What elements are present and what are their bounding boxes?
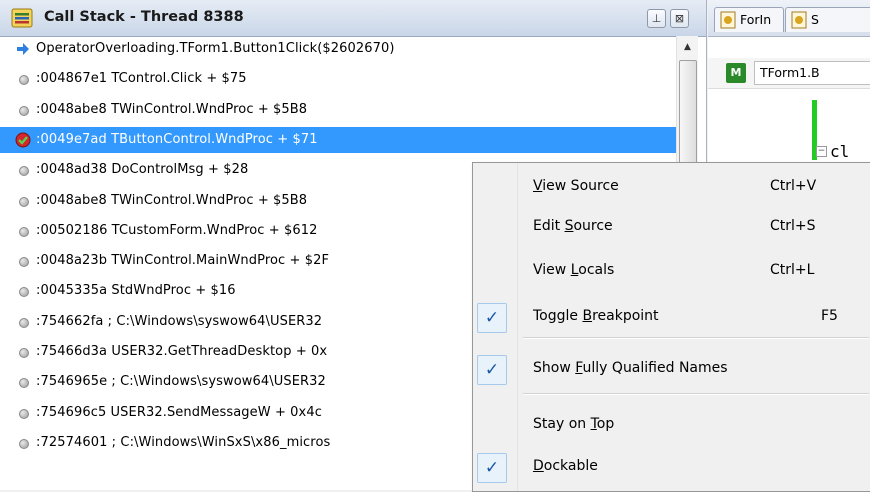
menu-item-shortcut: F5 <box>821 308 838 324</box>
call-stack-icon <box>11 8 33 28</box>
frame-dot-icon <box>16 436 30 450</box>
stack-frame-text: :75466d3a USER32.GetThreadDesktop + 0x <box>36 344 328 359</box>
stack-frame-text: :0048a23b TWinControl.MainWndProc + $2F <box>36 253 330 269</box>
breakpoint-icon <box>15 132 31 148</box>
menu-item-shortcut: Ctrl+S <box>770 218 816 234</box>
stack-frame-text: :0045335a StdWndProc + $16 <box>36 283 236 299</box>
menu-item-label: Edit Source <box>533 218 613 234</box>
fold-toggle-icon[interactable]: − <box>816 146 827 157</box>
stack-frame-text: :7546965e ; C:\Windows\syswow64\USER32 <box>36 374 326 390</box>
menu-item-shortcut: Ctrl+V <box>770 178 817 194</box>
current-frame-arrow-icon <box>16 42 30 56</box>
stack-frame-text: :00502186 TCustomForm.WndProc + $612 <box>36 222 318 238</box>
stack-frame-text: :72574601 ; C:\Windows\WinSxS\x86_micros <box>36 434 331 450</box>
menu-item-label: View Locals <box>533 262 615 278</box>
frame-dot-icon <box>16 375 30 389</box>
menu-item-label: View Source <box>533 178 619 194</box>
menu-item-label: Toggle Breakpoint <box>533 308 659 324</box>
frame-dot-icon <box>16 406 30 420</box>
editor-tab-strip: ForIn S <box>708 0 870 37</box>
checkmark-icon: ✓ <box>477 453 507 483</box>
checkmark-icon: ✓ <box>477 355 507 385</box>
close-panel-button[interactable]: ⊠ <box>670 9 689 28</box>
unit-file-icon <box>791 11 807 29</box>
frame-dot-icon <box>16 315 30 329</box>
stack-frame-text: :0048abe8 TWinControl.WndProc + $5B8 <box>36 192 308 208</box>
stack-frame-text: :0048abe8 TWinControl.WndProc + $5B8 <box>36 101 308 117</box>
stack-frame-text: :0049e7ad TButtonControl.WndProc + $71 <box>36 131 318 147</box>
frame-dot-icon <box>16 224 30 238</box>
frame-dot-icon <box>16 194 30 208</box>
frame-dot-icon <box>16 345 30 359</box>
menu-item-dockable[interactable]: ✓ Dockable <box>473 451 870 483</box>
tab-second[interactable]: S <box>785 7 870 32</box>
tab-forin[interactable]: ForIn <box>714 7 784 32</box>
stack-frame-text: :004867e1 TControl.Click + $75 <box>36 71 247 87</box>
stack-frame-text: :0048ad38 DoControlMsg + $28 <box>36 162 249 178</box>
menu-item-shortcut: Ctrl+L <box>770 262 815 278</box>
frame-dot-icon <box>16 163 30 177</box>
frame-dot-icon <box>16 72 30 86</box>
menu-item-label: Dockable <box>533 458 598 474</box>
pin-button[interactable]: ⊥ <box>647 9 666 28</box>
menu-item-stay-on-top[interactable]: Stay on Top <box>473 409 870 441</box>
stack-frame-row[interactable]: :0048abe8 TWinControl.WndProc + $5B8 <box>0 97 676 123</box>
stack-frame-text: :754696c5 USER32.SendMessageW + 0x4c <box>36 404 322 420</box>
method-nav-bar: M TForm1.B <box>708 58 870 89</box>
unit-file-icon <box>720 11 736 29</box>
panel-title: Call Stack - Thread 8388 <box>44 9 244 25</box>
scroll-up-button[interactable]: ▲ <box>677 36 698 58</box>
menu-item-label: Stay on Top <box>533 416 615 432</box>
checkmark-icon: ✓ <box>477 303 507 333</box>
menu-item-view-locals[interactable]: View Locals Ctrl+L <box>473 255 870 287</box>
method-combo-value: TForm1.B <box>760 65 820 80</box>
panel-title-bar[interactable]: Call Stack - Thread 8388 ⊥ ⊠ <box>0 0 706 37</box>
menu-item-edit-source[interactable]: Edit Source Ctrl+S <box>473 211 870 243</box>
stack-frame-row[interactable]: :0049e7ad TButtonControl.WndProc + $71 <box>0 126 676 153</box>
menu-item-view-source[interactable]: View Source Ctrl+V <box>473 171 870 203</box>
code-text[interactable]: cl <box>830 142 849 161</box>
menu-separator <box>523 393 869 395</box>
stack-frame-text: :754662fa ; C:\Windows\syswow64\USER32 <box>36 313 323 329</box>
menu-item-label: Show Fully Qualified Names <box>533 360 728 376</box>
stack-frame-text: OperatorOverloading.TForm1.Button1Click(… <box>36 41 395 56</box>
tab-label: ForIn <box>740 12 772 27</box>
tab-label: S <box>811 12 819 27</box>
stack-frame-row[interactable]: :004867e1 TControl.Click + $75 <box>0 66 676 92</box>
context-menu: View Source Ctrl+V Edit Source Ctrl+S View L… <box>472 162 870 492</box>
method-combo[interactable]: TForm1.B <box>754 61 870 85</box>
method-icon: M <box>726 63 746 83</box>
menu-item-toggle-breakpoint[interactable]: ✓ Toggle Breakpoint F5 <box>473 301 870 333</box>
frame-dot-icon <box>16 284 30 298</box>
frame-dot-icon <box>16 254 30 268</box>
menu-item-show-fully-qualified-names[interactable]: ✓ Show Fully Qualified Names <box>473 353 870 385</box>
frame-dot-icon <box>16 103 30 117</box>
menu-separator <box>523 337 869 339</box>
stack-frame-row[interactable]: OperatorOverloading.TForm1.Button1Click(… <box>0 36 676 62</box>
